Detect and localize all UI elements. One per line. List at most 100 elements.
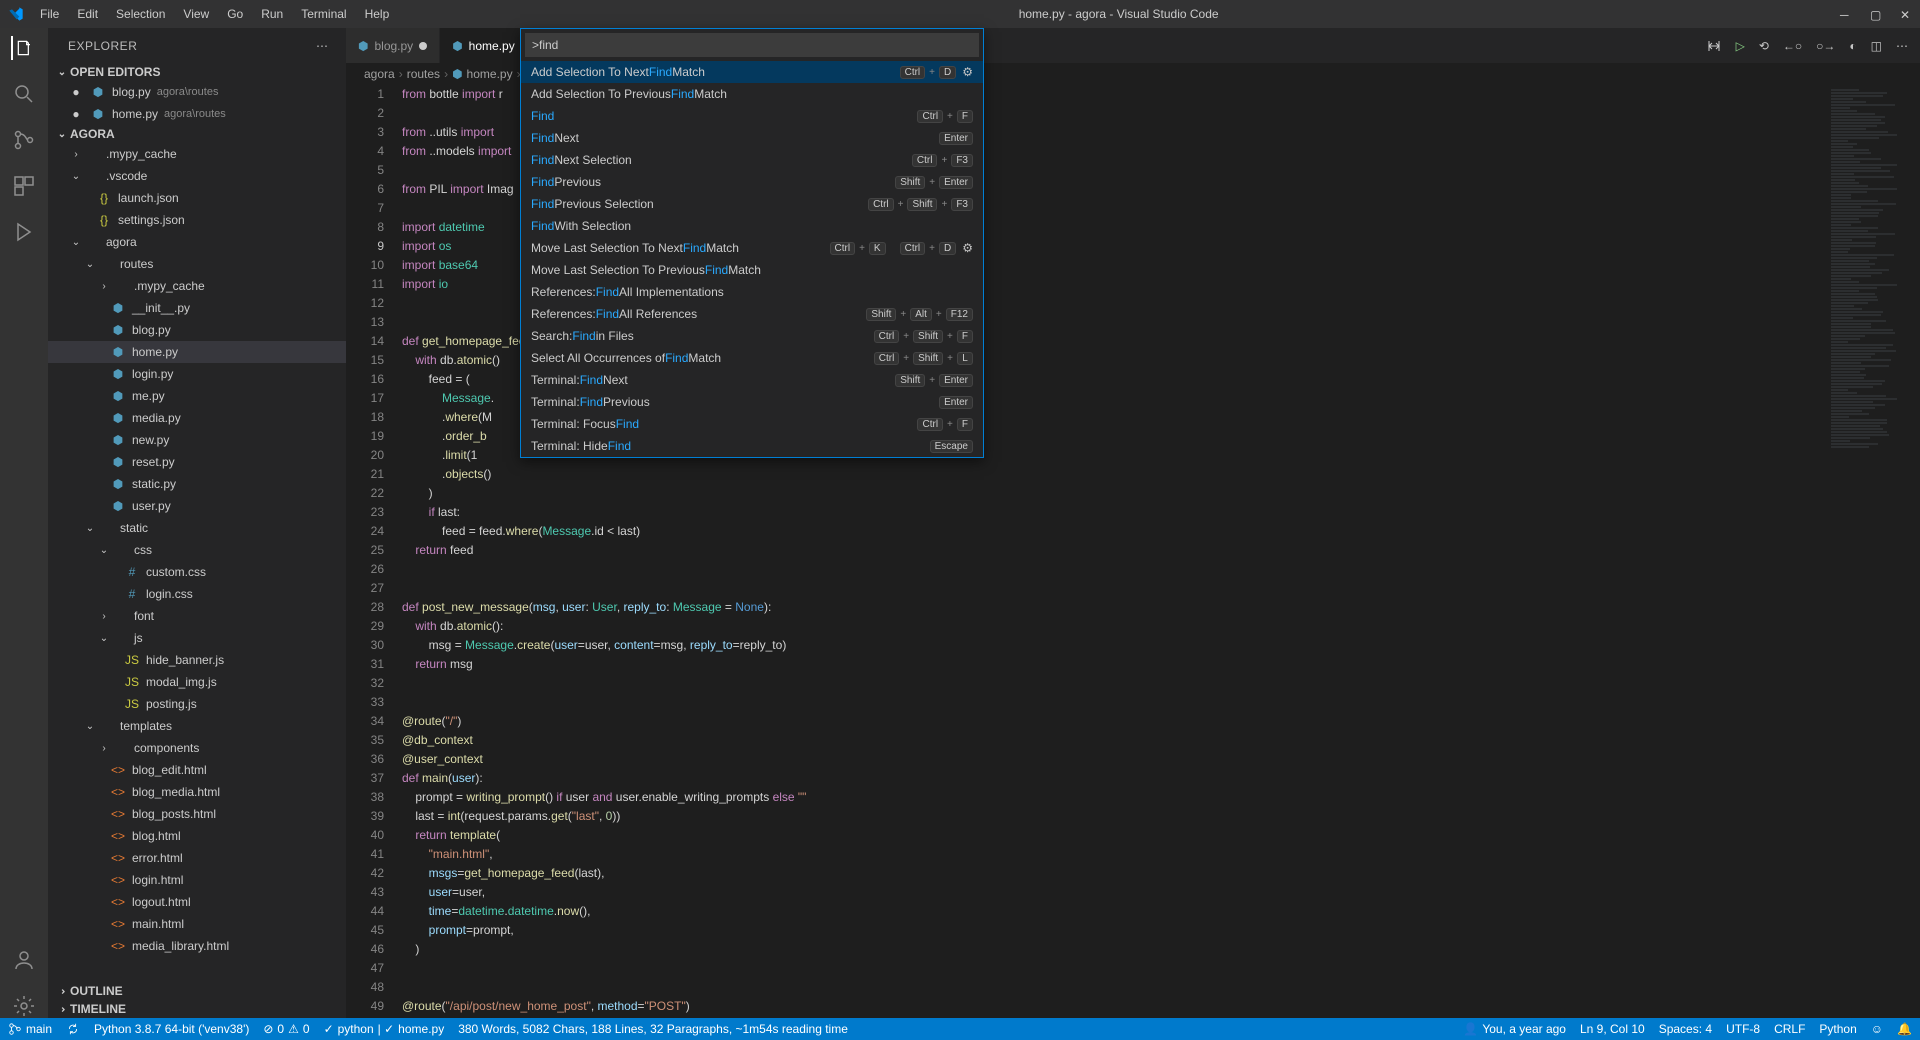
file-tree-item[interactable]: ⬢__init__.py: [48, 297, 346, 319]
file-tree-item[interactable]: JSmodal_img.js: [48, 671, 346, 693]
status-word-count[interactable]: 380 Words, 5082 Chars, 188 Lines, 32 Par…: [458, 1022, 848, 1036]
editor-more-icon[interactable]: ⋯: [1896, 39, 1908, 53]
command-item[interactable]: FindCtrl+F: [521, 105, 983, 127]
editor-tab[interactable]: ⬢blog.py: [346, 28, 440, 63]
file-tree-item[interactable]: ›font: [48, 605, 346, 627]
command-item[interactable]: References: Find All ReferencesShift+Alt…: [521, 303, 983, 325]
command-item[interactable]: Terminal: Find PreviousEnter: [521, 391, 983, 413]
outline-section[interactable]: ⌄OUTLINE: [48, 982, 346, 1000]
toggle-live-icon[interactable]: ⟲: [1759, 39, 1769, 53]
file-tree-item[interactable]: {}settings.json: [48, 209, 346, 231]
file-tree-item[interactable]: <>error.html: [48, 847, 346, 869]
file-tree-item[interactable]: ⬢user.py: [48, 495, 346, 517]
file-tree-item[interactable]: {}launch.json: [48, 187, 346, 209]
maximize-icon[interactable]: ▢: [1870, 8, 1882, 20]
command-item[interactable]: Find Next SelectionCtrl+F3: [521, 149, 983, 171]
file-tree-item[interactable]: ⌄static: [48, 517, 346, 539]
status-indent[interactable]: Spaces: 4: [1659, 1022, 1712, 1036]
status-python[interactable]: Python 3.8.7 64-bit ('venv38'): [94, 1022, 249, 1036]
file-tree-item[interactable]: #login.css: [48, 583, 346, 605]
compare-changes-icon[interactable]: [1706, 38, 1722, 54]
file-tree-item[interactable]: ⌄templates: [48, 715, 346, 737]
file-tree-item[interactable]: ›components: [48, 737, 346, 759]
menu-edit[interactable]: Edit: [69, 3, 106, 25]
open-editor-item[interactable]: ●⬢blog.pyagora\routes: [48, 81, 346, 103]
timeline-section[interactable]: ⌄TIMELINE: [48, 1000, 346, 1018]
file-tree-item[interactable]: ⬢blog.py: [48, 319, 346, 341]
open-editor-item[interactable]: ●⬢home.pyagora\routes: [48, 103, 346, 125]
file-tree-item[interactable]: ›.mypy_cache: [48, 143, 346, 165]
command-item[interactable]: Add Selection To Previous Find Match: [521, 83, 983, 105]
file-tree-item[interactable]: <>blog.html: [48, 825, 346, 847]
file-tree-item[interactable]: <>main.html: [48, 913, 346, 935]
file-tree-item[interactable]: <>login.html: [48, 869, 346, 891]
command-item[interactable]: Add Selection To Next Find MatchCtrl+D⚙: [521, 61, 983, 83]
command-item[interactable]: Find Previous SelectionCtrl+Shift+F3: [521, 193, 983, 215]
file-tree-item[interactable]: ›.mypy_cache: [48, 275, 346, 297]
file-tree-item[interactable]: #custom.css: [48, 561, 346, 583]
menu-selection[interactable]: Selection: [108, 3, 173, 25]
explorer-more-icon[interactable]: ⋯: [316, 39, 330, 53]
status-bell-icon[interactable]: 🔔: [1897, 1022, 1912, 1036]
status-blame[interactable]: 👤 You, a year ago: [1463, 1022, 1566, 1036]
file-tree-item[interactable]: ⌄agora: [48, 231, 346, 253]
file-tree-item[interactable]: ⌄js: [48, 627, 346, 649]
command-item[interactable]: Find PreviousShift+Enter: [521, 171, 983, 193]
file-tree-item[interactable]: <>blog_media.html: [48, 781, 346, 803]
status-linter[interactable]: ✓ python | ✓ home.py: [324, 1022, 445, 1036]
file-tree-item[interactable]: ⬢home.py: [48, 341, 346, 363]
file-tree-item[interactable]: <>blog_edit.html: [48, 759, 346, 781]
file-tree-item[interactable]: <>blog_posts.html: [48, 803, 346, 825]
activity-settings-icon[interactable]: [12, 994, 36, 1018]
minimize-icon[interactable]: ─: [1840, 8, 1852, 20]
run-icon[interactable]: ▷: [1736, 39, 1745, 53]
file-tree-item[interactable]: ⌄routes: [48, 253, 346, 275]
menu-file[interactable]: File: [32, 3, 67, 25]
menu-view[interactable]: View: [175, 3, 217, 25]
status-eol[interactable]: CRLF: [1774, 1022, 1805, 1036]
command-item[interactable]: Terminal: Focus FindCtrl+F: [521, 413, 983, 435]
command-item[interactable]: References: Find All Implementations: [521, 281, 983, 303]
gear-icon[interactable]: ⚙: [962, 241, 973, 255]
status-branch[interactable]: main: [8, 1022, 52, 1036]
open-editors-section[interactable]: ⌄OPEN EDITORS: [48, 63, 346, 81]
status-encoding[interactable]: UTF-8: [1726, 1022, 1760, 1036]
file-tree-item[interactable]: <>media_library.html: [48, 935, 346, 957]
menu-help[interactable]: Help: [357, 3, 398, 25]
split-editor-icon[interactable]: ◫: [1871, 39, 1882, 53]
prev-change-icon[interactable]: ←○: [1783, 39, 1802, 53]
menu-go[interactable]: Go: [219, 3, 251, 25]
file-tree-item[interactable]: ⬢static.py: [48, 473, 346, 495]
file-tree-item[interactable]: ⬢login.py: [48, 363, 346, 385]
file-tree-item[interactable]: JSposting.js: [48, 693, 346, 715]
command-item[interactable]: Terminal: Find NextShift+Enter: [521, 369, 983, 391]
activity-explorer-icon[interactable]: [11, 36, 35, 60]
file-tree-item[interactable]: ⬢reset.py: [48, 451, 346, 473]
command-palette-input[interactable]: [525, 33, 979, 57]
command-item[interactable]: Move Last Selection To Next Find MatchCt…: [521, 237, 983, 259]
activity-extensions-icon[interactable]: [12, 174, 36, 198]
status-sync[interactable]: [66, 1022, 80, 1036]
menu-terminal[interactable]: Terminal: [293, 3, 354, 25]
file-tree-item[interactable]: ⌄.vscode: [48, 165, 346, 187]
gear-icon[interactable]: ⚙: [962, 65, 973, 79]
activity-run-icon[interactable]: [12, 220, 36, 244]
status-lang[interactable]: Python: [1819, 1022, 1856, 1036]
activity-account-icon[interactable]: [12, 948, 36, 972]
file-tree-item[interactable]: ⬢new.py: [48, 429, 346, 451]
close-icon[interactable]: ✕: [1900, 8, 1912, 20]
activity-search-icon[interactable]: [12, 82, 36, 106]
file-tree-item[interactable]: ⌄css: [48, 539, 346, 561]
command-item[interactable]: Terminal: Hide FindEscape: [521, 435, 983, 457]
command-item[interactable]: Move Last Selection To Previous Find Mat…: [521, 259, 983, 281]
file-tree-item[interactable]: ⬢me.py: [48, 385, 346, 407]
status-problems[interactable]: ⊘ 0 ⚠ 0: [263, 1022, 309, 1036]
minimap[interactable]: [1824, 85, 1920, 1018]
status-feedback-icon[interactable]: ☺: [1871, 1022, 1883, 1036]
file-tree-item[interactable]: ⬢media.py: [48, 407, 346, 429]
menu-run[interactable]: Run: [253, 3, 291, 25]
file-tree-item[interactable]: <>logout.html: [48, 891, 346, 913]
workspace-section[interactable]: ⌄AGORA: [48, 125, 346, 143]
next-change-icon[interactable]: ○→: [1816, 39, 1835, 53]
status-icon[interactable]: ◐: [1849, 39, 1856, 53]
